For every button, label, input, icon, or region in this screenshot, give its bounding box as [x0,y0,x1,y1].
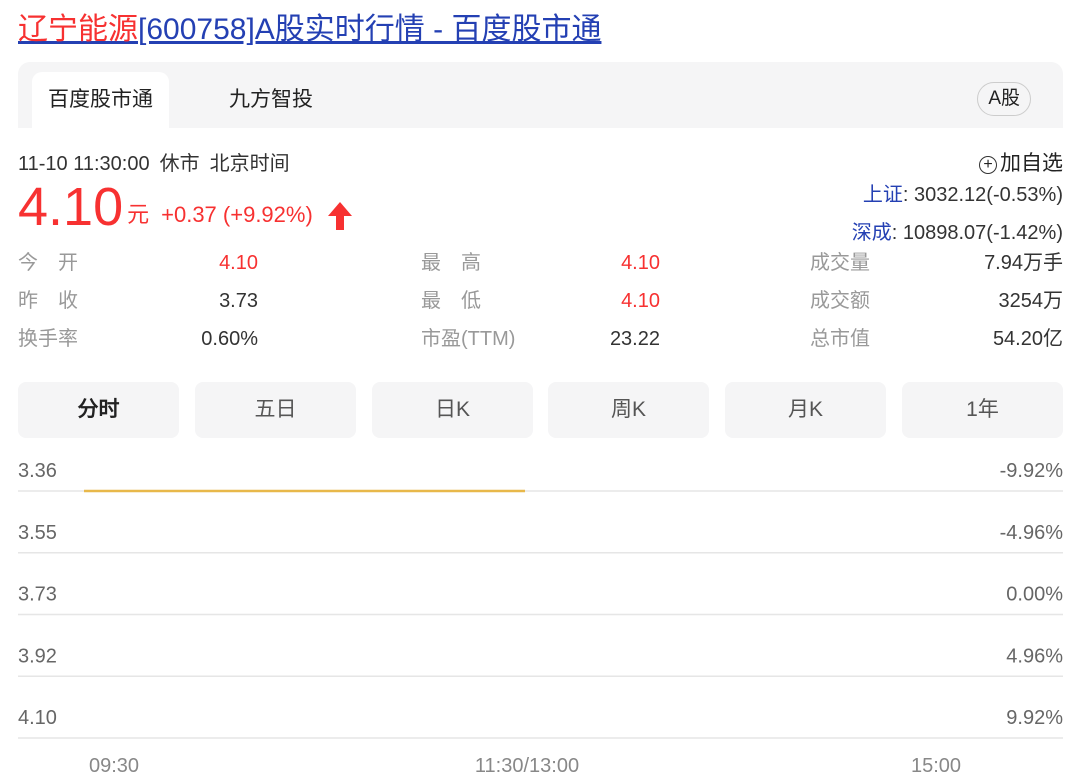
source-tabbar: 百度股市通 九方智投 A股 [18,62,1063,128]
price-unit: 元 [127,202,150,227]
index-value: : 3032.12(-0.53%) [902,184,1063,206]
stat-value: 7.94万手 [984,252,1063,274]
price-change: +0.37 (+9.92%) [161,202,313,227]
intraday-chart[interactable]: 3.36 -9.92% 3.55 -4.96% 3.73 0.00% 3.92 4.96% 4.… [0,440,1080,779]
period-intraday[interactable]: 分时 [18,382,179,438]
y-tick-label-right: -9.92% [1000,460,1064,482]
stat-value: 3.73 [219,290,258,312]
up-arrow-icon [328,202,353,230]
stat-label: 总市值 [810,328,870,350]
stats-row: 今 开 4.10 最 高 4.10 成交量 7.94万手 [18,248,1063,286]
x-tick-label: 15:00 [911,755,961,777]
market-badge: A股 [977,82,1031,116]
page-title[interactable]: 辽宁能源[600758]A股实时行情 - 百度股市通 [18,10,601,50]
index-shanghai[interactable]: 上证: 3032.12(-0.53%) [863,178,1063,207]
stat-value: 3254万 [998,290,1064,312]
stat-value: 4.10 [219,252,258,274]
add-watchlist-button[interactable]: + 加自选 [979,147,1063,177]
stat-label: 今 开 [18,252,78,274]
stock-name[interactable]: 辽宁能源 [18,13,138,46]
period-selector: 分时 五日 日K 周K 月K 1年 [18,382,1063,438]
plus-circle-icon: + [979,156,997,174]
y-tick-label-left: 3.73 [18,584,57,606]
stat-value: 4.10 [621,290,660,312]
title-rest[interactable]: [600758]A股实时行情 - 百度股市通 [138,13,601,46]
stat-label: 成交量 [810,252,870,274]
y-tick-label-left: 3.55 [18,522,57,544]
stat-value: 0.60% [201,328,258,350]
index-value: : 10898.07(-1.42%) [891,222,1063,244]
y-tick-label-left: 3.36 [18,460,57,482]
y-tick-label-right: 9.92% [1006,707,1063,729]
stat-value: 4.10 [621,252,660,274]
period-weekly-k[interactable]: 周K [548,382,709,438]
stat-label: 最 高 [421,252,481,274]
period-daily-k[interactable]: 日K [372,382,533,438]
add-watchlist-label: 加自选 [1000,152,1063,175]
x-tick-label: 11:30/13:00 [475,755,579,777]
stats-row: 昨 收 3.73 最 低 4.10 成交额 3254万 [18,286,1063,324]
y-tick-label-right: 0.00% [1006,584,1063,606]
stat-label: 昨 收 [18,290,78,312]
y-tick-label-right: 4.96% [1006,645,1063,667]
tab-jiufang[interactable]: 九方智投 [213,72,329,128]
y-tick-label-left: 4.10 [18,707,57,729]
stat-value: 23.22 [609,328,660,350]
current-price: 4.10 [18,177,124,237]
stat-label: 市盈(TTM) [421,328,516,350]
quote-datetime: 11-10 11:30:00 [18,153,150,175]
tab-baidu-gushitong[interactable]: 百度股市通 [32,72,169,128]
quote-timestamp: 11-10 11:30:00 休市 北京时间 [18,147,300,176]
period-1year[interactable]: 1年 [902,382,1063,438]
market-state: 休市 [159,153,200,175]
stat-label: 成交额 [810,290,870,312]
price-block: 4.10 元 +0.37 (+9.92%) [18,176,353,238]
stat-label: 换手率 [18,328,78,350]
index-shenzhen[interactable]: 深成: 10898.07(-1.42%) [852,216,1063,245]
index-name[interactable]: 上证 [863,184,903,206]
time-zone: 北京时间 [209,153,290,175]
x-tick-label: 09:30 [89,755,139,777]
period-5day[interactable]: 五日 [195,382,356,438]
stats-row: 换手率 0.60% 市盈(TTM) 23.22 总市值 54.20亿 [18,324,1063,362]
y-tick-label-left: 3.92 [18,645,57,667]
period-monthly-k[interactable]: 月K [725,382,886,438]
stats-grid: 今 开 4.10 最 高 4.10 成交量 7.94万手 昨 收 3.73 最 … [18,248,1063,362]
y-tick-label-right: -4.96% [1000,522,1064,544]
index-name[interactable]: 深成 [852,222,892,244]
stat-value: 54.20亿 [992,328,1063,350]
stat-label: 最 低 [421,290,481,312]
